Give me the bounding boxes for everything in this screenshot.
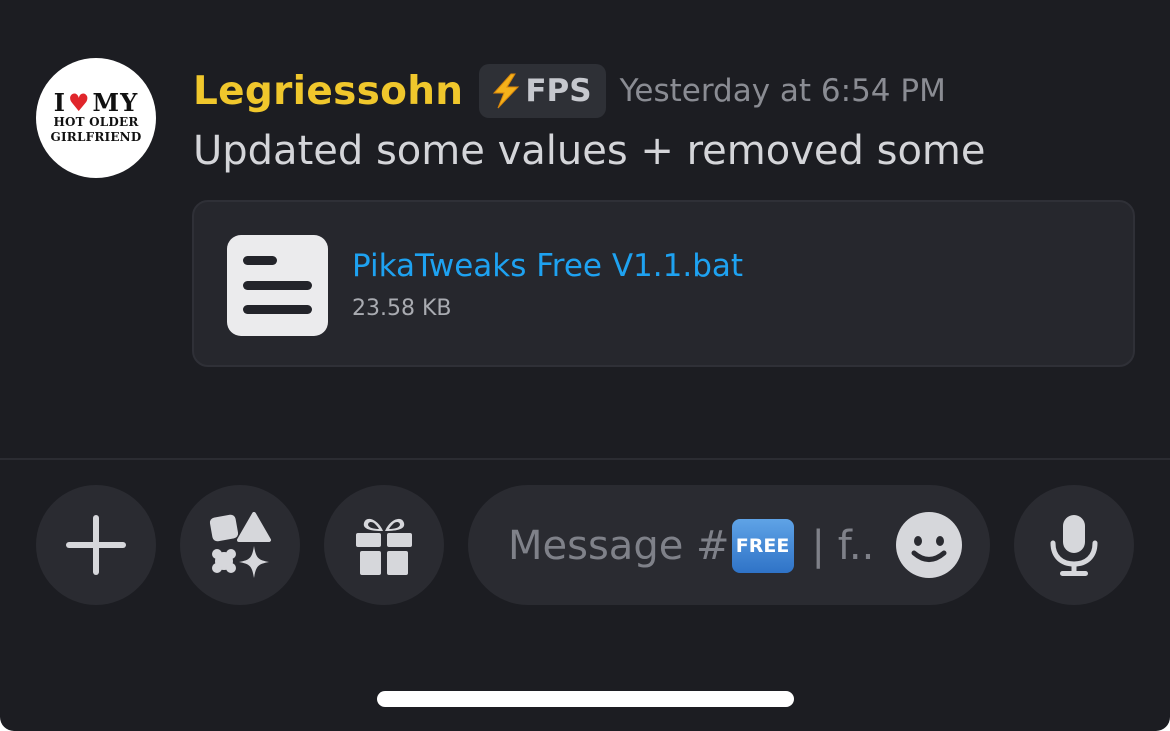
message-input-placeholder: Message # FREE | f..	[508, 519, 874, 573]
timestamp: Yesterday at 6:54 PM	[619, 73, 946, 109]
gift-button[interactable]	[324, 485, 444, 605]
heart-icon: ♥	[68, 88, 91, 117]
voice-message-button[interactable]	[1014, 485, 1134, 605]
placeholder-suffix: | f..	[811, 523, 875, 569]
chat-screen: I ♥ MY HOT OLDER GIRLFRIEND Legriessohn …	[0, 0, 1170, 731]
add-button[interactable]	[36, 485, 156, 605]
text-file-icon	[227, 235, 328, 336]
avatar[interactable]: I ♥ MY HOT OLDER GIRLFRIEND	[36, 58, 156, 178]
file-attachment[interactable]: PikaTweaks Free V1.1.bat 23.58 KB	[192, 200, 1135, 367]
home-indicator[interactable]	[377, 691, 794, 707]
avatar-line-3: GIRLFRIEND	[50, 130, 142, 144]
message-text: Updated some values + removed some	[193, 128, 986, 174]
message-input[interactable]: Message # FREE | f..	[468, 485, 990, 605]
server-tag-label: FPS	[525, 73, 592, 109]
apps-button[interactable]	[180, 485, 300, 605]
username[interactable]: Legriessohn	[193, 69, 463, 114]
composer-divider	[0, 458, 1170, 460]
attachment-filename-link[interactable]: PikaTweaks Free V1.1.bat	[352, 248, 743, 284]
avatar-text-my: MY	[92, 88, 139, 117]
microphone-icon	[1050, 515, 1098, 576]
lightning-bolt-icon	[493, 73, 520, 109]
avatar-line-1: I ♥ MY	[54, 91, 138, 115]
smiley-icon[interactable]	[896, 512, 962, 578]
apps-icon	[209, 512, 271, 578]
avatar-line-2: HOT OLDER	[53, 115, 139, 129]
attachment-size: 23.58 KB	[352, 296, 452, 321]
gift-icon	[356, 518, 412, 575]
plus-icon	[66, 515, 126, 575]
avatar-text-i: I	[53, 88, 66, 117]
free-emoji-icon: FREE	[731, 519, 794, 573]
message-header: Legriessohn FPS Yesterday at 6:54 PM	[193, 62, 946, 120]
server-tag[interactable]: FPS	[479, 64, 606, 118]
placeholder-prefix: Message #	[508, 523, 730, 569]
